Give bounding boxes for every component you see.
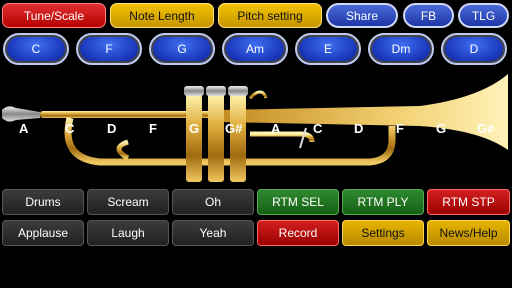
- drums-button[interactable]: Drums: [2, 189, 84, 215]
- note-label[interactable]: G#: [225, 121, 242, 136]
- yeah-button[interactable]: Yeah: [172, 220, 254, 246]
- note-label[interactable]: G: [436, 121, 446, 136]
- record-button[interactable]: Record: [257, 220, 339, 246]
- chord-button-f[interactable]: F: [76, 33, 142, 65]
- note-label[interactable]: G: [189, 121, 199, 136]
- note-label[interactable]: A: [271, 121, 280, 136]
- note-label[interactable]: F: [149, 121, 157, 136]
- settings-button[interactable]: Settings: [342, 220, 424, 246]
- chord-button-am[interactable]: Am: [222, 33, 288, 65]
- rtm-ply-button[interactable]: RTM PLY: [342, 189, 424, 215]
- note-label[interactable]: D: [107, 121, 116, 136]
- note-label[interactable]: D: [354, 121, 363, 136]
- note-label[interactable]: F: [396, 121, 404, 136]
- rtm-sel-button[interactable]: RTM SEL: [257, 189, 339, 215]
- note-label[interactable]: G#: [477, 121, 494, 136]
- laugh-button[interactable]: Laugh: [87, 220, 169, 246]
- scream-button[interactable]: Scream: [87, 189, 169, 215]
- share-button[interactable]: Share: [326, 3, 398, 28]
- chord-button-g[interactable]: G: [149, 33, 215, 65]
- chord-button-dm[interactable]: Dm: [368, 33, 434, 65]
- fb-button[interactable]: FB: [403, 3, 454, 28]
- news-help-button[interactable]: News/Help: [427, 220, 510, 246]
- note-label[interactable]: C: [313, 121, 322, 136]
- chord-button-c[interactable]: C: [3, 33, 69, 65]
- rtm-stp-button[interactable]: RTM STP: [427, 189, 510, 215]
- note-label[interactable]: C: [65, 121, 74, 136]
- note-label[interactable]: A: [19, 121, 28, 136]
- tune-scale-button[interactable]: Tune/Scale: [2, 3, 106, 28]
- chord-button-e[interactable]: E: [295, 33, 361, 65]
- oh-button[interactable]: Oh: [172, 189, 254, 215]
- chord-button-d[interactable]: D: [441, 33, 507, 65]
- note-length-button[interactable]: Note Length: [110, 3, 214, 28]
- applause-button[interactable]: Applause: [2, 220, 84, 246]
- pitch-setting-button[interactable]: Pitch setting: [218, 3, 322, 28]
- tlg-button[interactable]: TLG: [458, 3, 509, 28]
